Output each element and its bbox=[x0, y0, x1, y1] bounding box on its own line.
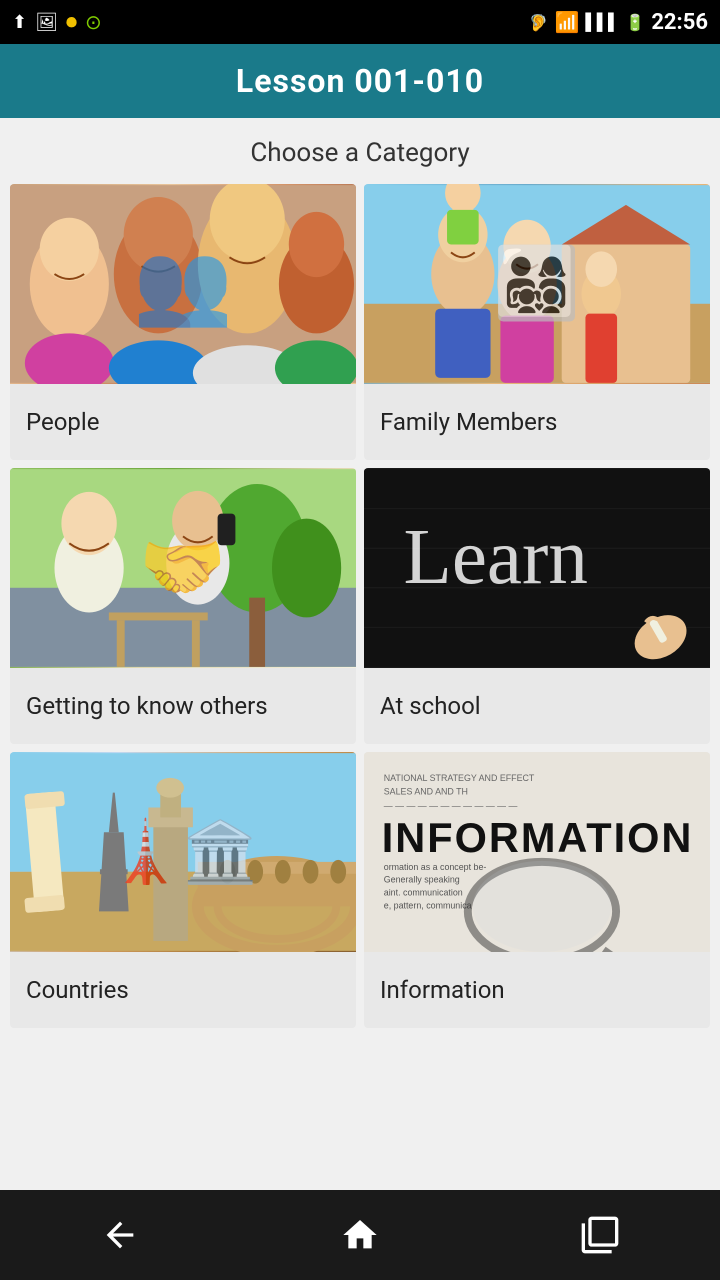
family-svg bbox=[364, 184, 710, 384]
audio-on-icon: ⏺ bbox=[66, 10, 77, 35]
speed-icon: ⊙ bbox=[85, 10, 102, 34]
status-time: 22:56 bbox=[651, 10, 708, 35]
category-label-school: At school bbox=[364, 668, 710, 744]
wifi-icon: 📶 bbox=[554, 10, 579, 34]
category-card-countries[interactable]: Countries bbox=[10, 752, 356, 1028]
page-title: Lesson 001-010 bbox=[0, 62, 720, 100]
svg-text:NATIONAL STRATEGY AND EFFECT: NATIONAL STRATEGY AND EFFECT bbox=[384, 773, 535, 783]
getting-svg bbox=[10, 468, 356, 668]
category-image-family bbox=[364, 184, 710, 384]
category-card-school[interactable]: Learn At school bbox=[364, 468, 710, 744]
category-label-information: Information bbox=[364, 952, 710, 1028]
category-label-family: Family Members bbox=[364, 384, 710, 460]
category-image-getting bbox=[10, 468, 356, 668]
svg-text:Generally speaking: Generally speaking bbox=[384, 875, 460, 885]
status-left-icons: ⬆ 🖼 ⏺ ⊙ bbox=[12, 10, 102, 35]
category-image-people bbox=[10, 184, 356, 384]
svg-text:SALES AND AND TH: SALES AND AND TH bbox=[384, 787, 468, 797]
category-card-getting[interactable]: Getting to know others bbox=[10, 468, 356, 744]
svg-text:Learn: Learn bbox=[404, 514, 588, 601]
school-svg: Learn bbox=[364, 468, 710, 668]
hearing-icon: 🦻 bbox=[529, 13, 549, 32]
status-bar: ⬆ 🖼 ⏺ ⊙ 🦻 📶 ▌▌▌ 🔋 22:56 bbox=[0, 0, 720, 44]
home-button[interactable] bbox=[320, 1205, 400, 1265]
usb-icon: ⬆ bbox=[12, 12, 27, 33]
back-button[interactable] bbox=[80, 1205, 160, 1265]
category-image-information: NATIONAL STRATEGY AND EFFECT SALES AND A… bbox=[364, 752, 710, 952]
category-image-school: Learn bbox=[364, 468, 710, 668]
category-image-countries bbox=[10, 752, 356, 952]
people-svg bbox=[10, 184, 356, 384]
category-label-getting: Getting to know others bbox=[10, 668, 356, 744]
signal-icon: ▌▌▌ bbox=[585, 12, 619, 32]
battery-icon: 🔋 bbox=[625, 13, 645, 32]
svg-text:e, pattern, communica: e, pattern, communica bbox=[384, 900, 472, 910]
category-card-people[interactable]: People bbox=[10, 184, 356, 460]
svg-text:— — — — — — — — — — — —: — — — — — — — — — — — — bbox=[384, 801, 518, 811]
image-icon: 🖼 bbox=[35, 12, 58, 33]
category-label-countries: Countries bbox=[10, 952, 356, 1028]
category-card-information[interactable]: NATIONAL STRATEGY AND EFFECT SALES AND A… bbox=[364, 752, 710, 1028]
section-subtitle: Choose a Category bbox=[10, 138, 710, 168]
category-card-family[interactable]: Family Members bbox=[364, 184, 710, 460]
app-header: Lesson 001-010 bbox=[0, 44, 720, 118]
category-grid: People bbox=[10, 184, 710, 1028]
countries-svg bbox=[10, 752, 356, 952]
recents-button[interactable] bbox=[560, 1205, 640, 1265]
category-label-people: People bbox=[10, 384, 356, 460]
svg-text:INFORMATION: INFORMATION bbox=[382, 814, 694, 861]
bottom-navigation bbox=[0, 1190, 720, 1280]
main-content: Choose a Category bbox=[0, 118, 720, 1190]
status-right-icons: 🦻 📶 ▌▌▌ 🔋 22:56 bbox=[529, 10, 708, 35]
information-svg: NATIONAL STRATEGY AND EFFECT SALES AND A… bbox=[364, 752, 710, 952]
svg-text:aint. communication: aint. communication bbox=[384, 887, 463, 897]
svg-text:ormation as a concept be-: ormation as a concept be- bbox=[384, 862, 487, 872]
